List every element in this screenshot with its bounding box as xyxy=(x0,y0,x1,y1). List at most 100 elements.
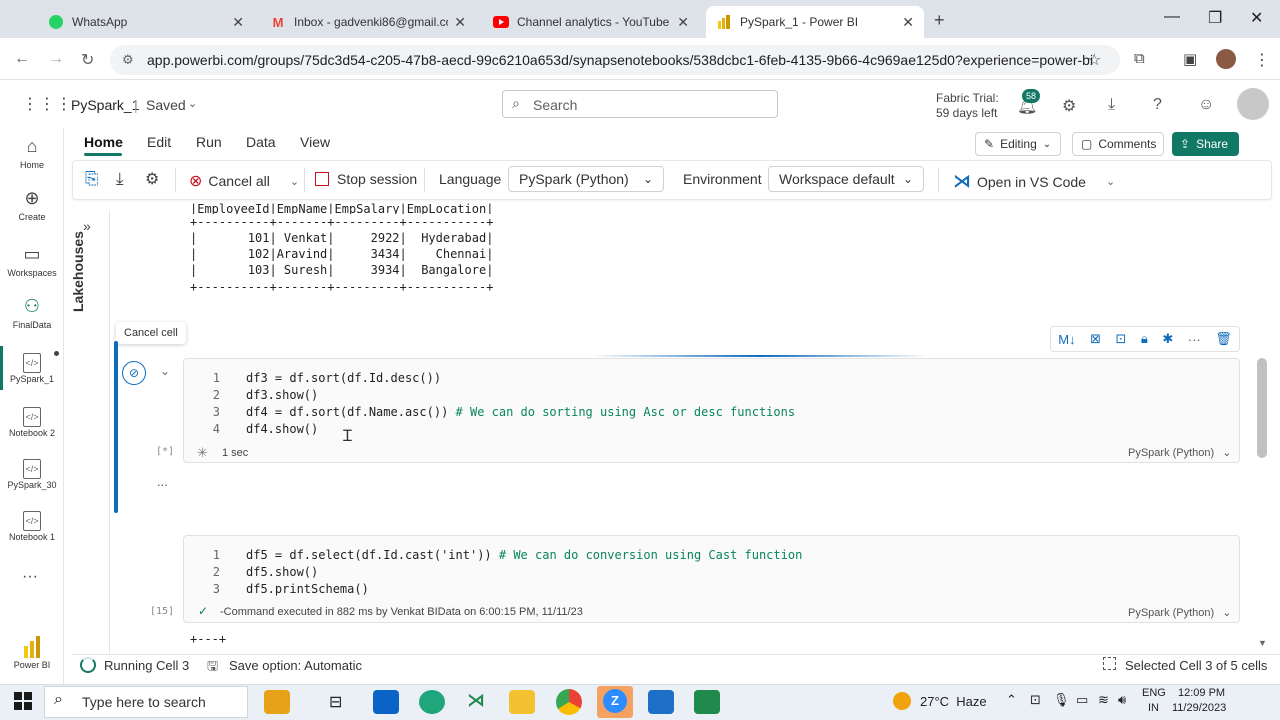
running-status[interactable]: Running Cell 3 xyxy=(104,658,189,673)
user-avatar[interactable] xyxy=(1237,88,1269,120)
save-option[interactable]: Save option: Automatic xyxy=(229,658,362,673)
scroll-down-icon[interactable]: ▼ xyxy=(1258,638,1267,648)
close-tab-icon[interactable]: ✕ xyxy=(454,14,466,31)
close-window-icon[interactable]: ✕ xyxy=(1250,8,1263,28)
lock-icon[interactable]: 🔒︎ xyxy=(1141,331,1148,347)
new-tab-icon[interactable]: + xyxy=(934,10,945,31)
editing-mode-button[interactable]: ✎ Editing ⌄ xyxy=(975,132,1061,156)
cell-language-selector[interactable]: PySpark (Python) ⌄ xyxy=(1128,446,1231,459)
language-dropdown[interactable]: PySpark (Python) ⌄ xyxy=(508,166,664,192)
rail-item-notebook-1[interactable]: </> Notebook 1 xyxy=(0,508,64,542)
download-icon[interactable]: ⤓ xyxy=(1108,96,1115,114)
excel-icon[interactable] xyxy=(694,690,720,714)
task-view-icon[interactable]: ⊟ xyxy=(329,692,342,712)
back-icon[interactable]: ← xyxy=(14,50,30,68)
rail-item-create[interactable]: ⊕ Create xyxy=(0,188,64,222)
forward-icon[interactable]: → xyxy=(48,50,64,68)
tab-edit[interactable]: Edit xyxy=(147,134,171,150)
environment-dropdown[interactable]: Workspace default ⌄ xyxy=(768,166,924,192)
clock-date[interactable]: 11/29/2023 xyxy=(1172,702,1226,714)
code-line[interactable]: df4 = df.sort(df.Name.asc()) # We can do… xyxy=(246,405,795,419)
cell-language-selector[interactable]: PySpark (Python) ⌄ xyxy=(1128,606,1231,619)
open-vscode-button[interactable]: ⋊ Open in VS Code ⌄ xyxy=(953,171,1115,192)
battery-icon[interactable]: ▭ xyxy=(1076,692,1088,708)
collapse-chevron-icon[interactable]: ⌄ xyxy=(160,364,170,378)
site-settings-icon[interactable]: ⚙ xyxy=(122,52,134,68)
network-icon[interactable]: ⊡ xyxy=(1030,692,1041,708)
vs-icon[interactable]: ⋊ xyxy=(467,690,485,711)
tab-run[interactable]: Run xyxy=(196,134,222,150)
download-notebook-icon[interactable]: ⤓ xyxy=(116,169,124,189)
app-launcher-icon[interactable]: ⋮⋮⋮ xyxy=(22,94,73,114)
volume-icon[interactable]: 🔊︎ xyxy=(1118,692,1126,708)
rail-item-pyspark-30[interactable]: </> PySpark_30 xyxy=(0,456,64,490)
chevron-down-icon[interactable]: ⌄ xyxy=(188,97,197,110)
stop-session-button[interactable]: Stop session xyxy=(315,171,417,187)
delete-cell-icon[interactable]: 🗑︎ xyxy=(1215,331,1232,347)
photos-icon[interactable] xyxy=(648,690,674,714)
mail-icon[interactable] xyxy=(373,690,399,714)
tab-home[interactable]: Home xyxy=(84,134,123,150)
rail-item-notebook-2[interactable]: </> Notebook 2 xyxy=(0,404,64,438)
add-cell-icon[interactable]: ⎘ xyxy=(85,169,99,189)
powerbi-brand[interactable]: Power BI xyxy=(0,636,64,670)
freeze-cell-icon[interactable]: ⊠ xyxy=(1090,331,1101,347)
share-button[interactable]: ⇪ Share xyxy=(1172,132,1239,156)
snowflake-icon[interactable]: ✱ xyxy=(1162,331,1173,347)
code-line[interactable]: df5.printSchema() xyxy=(246,582,369,596)
cancel-cell-icon[interactable]: ⊘ xyxy=(122,361,146,385)
tab-data[interactable]: Data xyxy=(246,134,276,150)
rail-item-pyspark-1[interactable]: </> PySpark_1 xyxy=(0,350,64,384)
lakehouses-label[interactable]: Lakehouses xyxy=(70,222,86,312)
maximize-icon[interactable]: ❐ xyxy=(1208,8,1222,28)
reload-icon[interactable]: ↻ xyxy=(81,50,94,70)
rail-item-home[interactable]: ⌂ Home xyxy=(0,136,64,170)
scrollbar-thumb[interactable] xyxy=(1257,358,1267,458)
markdown-toggle-icon[interactable]: M↓ xyxy=(1058,332,1075,347)
sidepanel-icon[interactable]: ▣ xyxy=(1183,50,1197,68)
weather-text[interactable]: 27°C Haze xyxy=(920,694,987,709)
save-state[interactable]: Saved xyxy=(146,97,186,113)
bookmark-star-icon[interactable]: ☆ xyxy=(1087,50,1101,70)
rail-item-workspaces[interactable]: ▭ Workspaces xyxy=(0,244,64,278)
more-icon[interactable]: ··· xyxy=(22,568,38,586)
comment-cell-icon[interactable]: ⊡ xyxy=(1116,331,1127,347)
minimize-icon[interactable]: — xyxy=(1164,8,1180,26)
code-line[interactable]: df4.show() xyxy=(246,422,318,436)
notifications-icon[interactable] xyxy=(1252,690,1266,710)
code-line[interactable]: df5 = df.select(df.Id.cast('int')) # We … xyxy=(246,548,802,562)
cancel-all-button[interactable]: ⊗ Cancel all ⌄ xyxy=(189,171,299,191)
code-line[interactable]: df5.show() xyxy=(246,565,318,579)
browser-tab-powerbi[interactable]: PySpark_1 - Power BI ✕ xyxy=(706,6,924,38)
more-options-icon[interactable]: ··· xyxy=(1188,332,1201,347)
windows-start-icon[interactable] xyxy=(14,692,32,713)
settings-icon[interactable]: ⚙ xyxy=(145,169,159,189)
mic-icon[interactable]: 🎙︎ xyxy=(1053,692,1070,708)
clock-time[interactable]: 12:09 PM xyxy=(1178,687,1225,699)
chrome-icon[interactable] xyxy=(556,689,582,715)
tray-chevron-icon[interactable]: ⌃ xyxy=(1006,692,1017,708)
code-line[interactable]: df3.show() xyxy=(246,388,318,402)
notebook-name[interactable]: PySpark_1 xyxy=(71,97,139,113)
code-line[interactable]: df3 = df.sort(df.Id.desc()) xyxy=(246,371,441,385)
edge-icon[interactable] xyxy=(419,690,445,714)
profile-avatar[interactable] xyxy=(1216,49,1236,69)
file-explorer-icon[interactable] xyxy=(509,690,535,714)
input-language[interactable]: ENG xyxy=(1142,687,1166,699)
browser-tab-gmail[interactable]: M Inbox - gadvenki86@gmail.com ✕ xyxy=(260,6,476,38)
feedback-icon[interactable]: ☺ xyxy=(1198,96,1214,114)
cell-more-icon[interactable]: ... xyxy=(157,474,168,489)
browser-tab-whatsapp[interactable]: WhatsApp ✕ xyxy=(38,6,254,38)
url-text[interactable]: app.powerbi.com/groups/75dc3d54-c205-47b… xyxy=(147,52,1093,68)
close-tab-icon[interactable]: ✕ xyxy=(902,14,914,31)
tab-view[interactable]: View xyxy=(300,134,330,150)
work-app-icon[interactable] xyxy=(264,690,290,714)
close-tab-icon[interactable]: ✕ xyxy=(677,14,689,31)
wifi-icon[interactable]: ≋ xyxy=(1098,692,1109,708)
gear-icon[interactable]: ⚙ xyxy=(1062,96,1076,116)
rail-item-finaldata[interactable]: ⚇ FinalData xyxy=(0,296,64,330)
zoom-icon[interactable]: Z xyxy=(603,689,627,713)
extensions-icon[interactable]: ⧉ xyxy=(1134,50,1145,67)
close-tab-icon[interactable]: ✕ xyxy=(232,14,244,31)
help-icon[interactable]: ? xyxy=(1153,96,1162,114)
